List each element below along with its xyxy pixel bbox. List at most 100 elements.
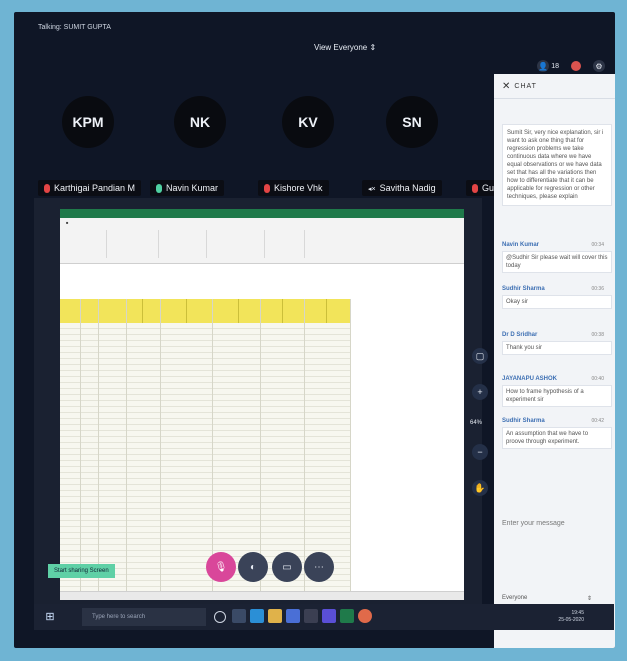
top-right-controls: 👤 18 ⚙ [537,60,605,72]
zoom-level: 64% [470,420,483,426]
zoom-out-button[interactable]: − [472,444,488,460]
ribbon-group [208,230,265,258]
header-cell [304,299,327,323]
column-divider [350,299,351,591]
excel-ribbon: ■ [60,218,464,264]
microphone-icon: 🎙 [214,561,228,573]
column-divider [212,299,213,591]
vscode-icon[interactable] [322,609,336,623]
pan-icon[interactable]: ✋ [472,480,488,496]
avatar: KPM [62,96,114,148]
participant-tile[interactable]: Gunjan S [466,84,494,204]
chat-message: Sudhir Sharma 00:42 An assumption that w… [502,418,612,449]
header-cell [326,299,351,323]
header-cell [98,299,127,323]
windows-start-icon[interactable]: ⊞ [42,608,58,624]
ribbon-group [64,230,107,258]
view-everyone-dropdown[interactable]: View Everyone ⇕ [314,43,376,52]
fit-screen-icon[interactable]: ▢ [472,348,488,364]
chat-time: 00:34 [591,242,604,248]
mic-off-icon [472,184,478,194]
participant-name-tag: Karthigai Pandian M [38,180,142,197]
dropbox-icon[interactable] [286,609,300,623]
photo-frame: Talking: SUMIT GUPTA View Everyone ⇕ 👤 1… [0,0,627,661]
column-divider [98,299,99,591]
column-divider [80,299,81,591]
task-view-icon[interactable] [232,609,246,623]
gear-icon[interactable]: ⚙ [593,60,605,72]
spreadsheet-rows [60,323,350,591]
participant-count: 18 [551,62,559,70]
chevron-updown-icon: ⇕ [369,43,377,52]
chat-message-input[interactable]: Enter your message [502,520,607,527]
mic-button[interactable]: 🎙 [206,552,236,582]
record-icon[interactable] [571,61,581,71]
chat-message: JAYANAPU ASHOK 00:40 How to frame hypoth… [502,376,612,407]
header-cell [80,299,99,323]
excel-title-bar [60,209,464,218]
system-tray-clock: 19:45 25-05-2020 [558,610,584,624]
column-divider [160,299,161,591]
taskbar-search-input[interactable]: Type here to search [82,608,206,626]
view-everyone-label: View Everyone [314,43,368,52]
participant-name: Karthigai Pandian M [54,183,136,193]
column-divider [260,299,261,591]
participant-name-tag: Gunjan S [466,180,494,197]
zoom-controls: ▢ + 64% − ✋ [470,348,490,498]
share-screen-icon: ▭ [282,561,292,573]
camera-icon: ◐ [249,561,257,573]
chat-message-text: How to frame hypothesis of a experiment … [502,385,612,407]
talking-indicator: Talking: SUMIT GUPTA [38,24,111,31]
chat-message-text: An assumption that we have to proove thr… [502,427,612,449]
participant-tile[interactable]: SN ◂× Savitha Nadig [362,84,472,204]
zoom-in-button[interactable]: + [472,384,488,400]
share-button[interactable]: ▭ [272,552,302,582]
chat-message-text: Thank you sir [502,341,612,355]
column-divider [126,299,127,591]
header-cell [126,299,143,323]
chat-message: Dr D Sridhar 00:38 Thank you sir [502,332,612,355]
participant-tile[interactable]: NK Navin Kumar [150,84,260,204]
more-button[interactable]: ⋯ [304,552,334,582]
spreadsheet-header-row [60,299,351,323]
participants-button[interactable]: 👤 18 [537,60,559,72]
chat-message: Navin Kumar 00:34 @Sudhir Sir please wai… [502,242,612,273]
store-icon[interactable] [304,609,318,623]
avatar: KV [282,96,334,148]
chat-recipient-label: Everyone [502,595,528,601]
ribbon-group [266,230,305,258]
cortana-icon[interactable] [214,611,226,623]
chat-time: 00:36 [591,286,604,292]
header-cell [160,299,187,323]
header-cell [238,299,261,323]
avatar: NK [174,96,226,148]
chat-recipient-select[interactable]: Everyone ⇕ [502,595,592,602]
participant-name: Savitha Nadig [379,183,436,193]
column-divider [304,299,305,591]
screen-share-badge[interactable]: Start sharing Screen [48,564,115,578]
browser-icon[interactable] [358,609,372,623]
chat-message-text: @Sudhir Sir please wait will cover this … [502,251,612,273]
chat-title: CHAT [514,82,537,90]
participant-tile[interactable]: KV Kishore Vhk [258,84,368,204]
mic-off-icon [44,184,50,194]
camera-off-icon: ◂× [368,186,376,193]
chat-message-text: Okay sir [502,295,612,309]
video-button[interactable]: ◐ [238,552,268,582]
excel-icon[interactable] [340,609,354,623]
chevron-updown-icon: ⇕ [586,596,592,602]
sheet-tab-bar [60,591,464,600]
header-cell [60,299,81,323]
participant-tile[interactable]: KPM Karthigai Pandian M [38,84,148,204]
edge-icon[interactable] [250,609,264,623]
participant-name-tag: Kishore Vhk [258,180,329,197]
participant-name-tag: Navin Kumar [150,180,225,197]
participant-name-tag: ◂× Savitha Nadig [362,180,442,196]
chat-time: 00:38 [591,332,604,338]
clock-time: 19:45 [571,610,584,616]
chat-header: ✕ CHAT [494,74,615,99]
spreadsheet [60,271,464,591]
taskbar-search-placeholder: Type here to search [92,614,146,620]
folder-icon[interactable] [268,609,282,623]
close-icon[interactable]: ✕ [502,81,510,92]
